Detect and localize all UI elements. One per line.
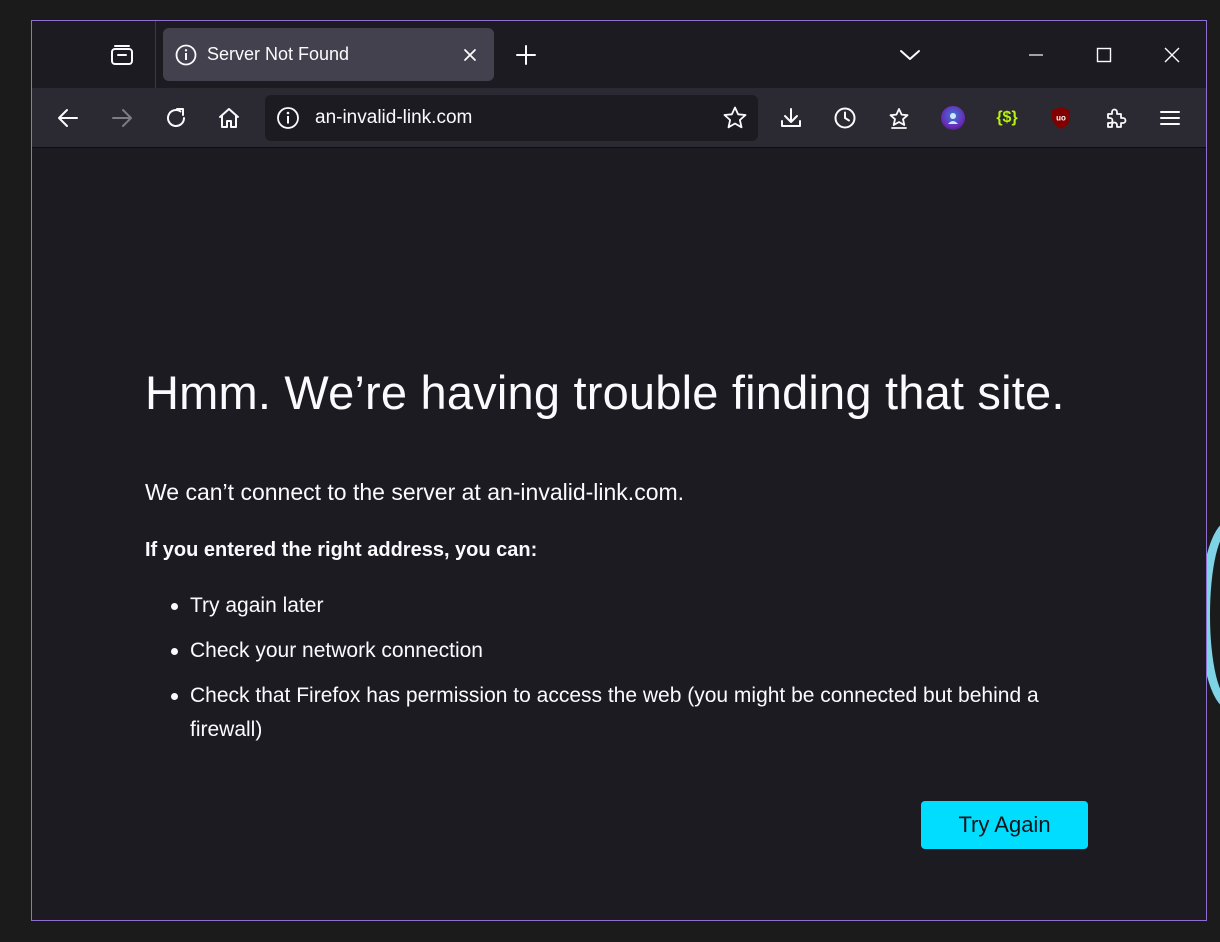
try-again-button[interactable]: Try Again: [921, 801, 1088, 849]
error-description: We can’t connect to the server at an-inv…: [145, 479, 685, 505]
close-icon: [1164, 47, 1180, 63]
extension-1-button[interactable]: [935, 100, 971, 136]
reload-icon: [167, 108, 185, 127]
info-icon: [175, 44, 197, 66]
list-item: Check your network connection: [171, 634, 1110, 668]
tab-close-button[interactable]: [456, 41, 484, 69]
close-icon: [464, 48, 476, 61]
forward-button[interactable]: [104, 100, 140, 136]
suggestion-heading: If you entered the right address, you ca…: [145, 539, 538, 561]
navigation-toolbar: {$} uo: [32, 88, 1206, 148]
bookmark-star-icon: [889, 108, 909, 129]
extension-2-button[interactable]: {$}: [989, 100, 1025, 136]
list-item: Check that Firefox has permission to acc…: [171, 679, 1110, 747]
history-button[interactable]: [827, 100, 863, 136]
star-icon: [723, 106, 747, 129]
close-window-button[interactable]: [1150, 35, 1194, 75]
list-item: Try again later: [171, 589, 1110, 623]
suggestion-list: Try again later Check your network conne…: [171, 589, 1110, 758]
chevron-down-icon: [900, 50, 920, 60]
tab-manager-button[interactable]: [104, 39, 140, 71]
maximize-icon: [1096, 47, 1112, 63]
bookmark-page-button[interactable]: [718, 101, 752, 135]
arrow-right-icon: [112, 109, 132, 127]
tab-strip: Server Not Found: [32, 21, 1206, 88]
arrow-left-icon: [58, 109, 78, 127]
info-icon: [277, 107, 299, 129]
error-title: Hmm. We’re having trouble finding that s…: [145, 366, 1065, 419]
extension-code-icon: {$}: [995, 106, 1019, 130]
ublock-label: uo: [1056, 114, 1066, 123]
tab-title: Server Not Found: [207, 44, 350, 64]
extension-avatar-icon: [941, 106, 965, 130]
back-button[interactable]: [50, 100, 86, 136]
maximize-button[interactable]: [1082, 35, 1126, 75]
home-icon: [219, 108, 239, 128]
minimize-button[interactable]: [1014, 35, 1058, 75]
downloads-button[interactable]: [773, 100, 809, 136]
url-input[interactable]: [315, 103, 718, 133]
ublock-shield-icon: uo: [1052, 107, 1070, 129]
extension-2-label: {$}: [996, 109, 1018, 126]
bookmarks-button[interactable]: [881, 100, 917, 136]
site-info-button[interactable]: [275, 105, 301, 131]
app-menu-button[interactable]: [1152, 100, 1188, 136]
error-page: Hmm. We’re having trouble finding that s…: [32, 149, 1206, 920]
tabstrip-divider: [155, 21, 156, 88]
ublock-origin-button[interactable]: uo: [1043, 100, 1079, 136]
address-bar[interactable]: [265, 95, 758, 141]
tab-server-not-found[interactable]: Server Not Found: [163, 28, 494, 81]
plus-icon: [516, 45, 536, 65]
home-button[interactable]: [211, 100, 247, 136]
extensions-button[interactable]: [1098, 100, 1134, 136]
hamburger-icon: [1160, 111, 1180, 125]
browser-window: Server Not Found an-invalid-link.com {$}…: [31, 20, 1207, 921]
minimize-icon: [1029, 54, 1043, 56]
list-all-tabs-button[interactable]: [892, 39, 928, 71]
clock-icon: [834, 107, 856, 129]
reload-button[interactable]: [158, 100, 194, 136]
puzzle-icon: [1107, 108, 1127, 128]
tab-manager-icon: [111, 45, 133, 65]
new-tab-button[interactable]: [508, 39, 544, 71]
download-icon: [781, 108, 801, 127]
